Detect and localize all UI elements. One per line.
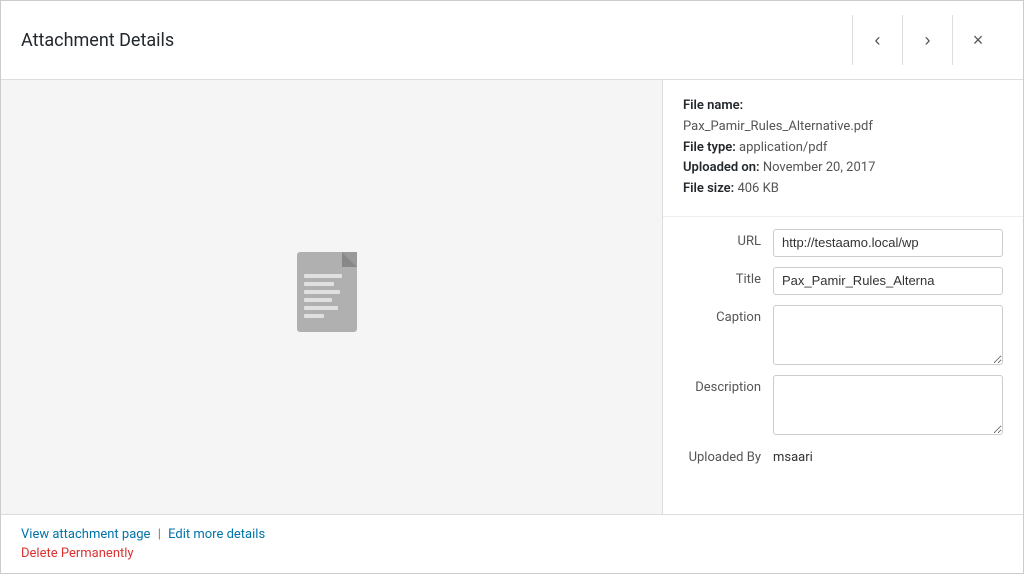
uploaded-by-row: Uploaded By msaari (683, 445, 1003, 465)
edit-more-link[interactable]: Edit more details (168, 527, 265, 542)
description-label: Description (683, 375, 773, 395)
file-type-label: File type: (683, 140, 736, 155)
file-name-label: File name: (683, 98, 743, 113)
preview-pane (1, 80, 663, 514)
close-icon: × (973, 30, 984, 51)
uploaded-by-value: msaari (773, 445, 1003, 465)
file-name-row: File name: Pax_Pamir_Rules_Alternative.p… (683, 96, 1003, 138)
prev-button[interactable]: ‹ (853, 15, 903, 65)
url-label: URL (683, 229, 773, 249)
file-name-value: Pax_Pamir_Rules_Alternative.pdf (683, 119, 873, 134)
delete-permanently-link[interactable]: Delete Permanently (21, 546, 1003, 561)
modal-footer: View attachment page | Edit more details… (1, 514, 1023, 573)
prev-icon: ‹ (875, 30, 881, 51)
file-info-section: File name: Pax_Pamir_Rules_Alternative.p… (663, 80, 1023, 217)
uploaded-by-label: Uploaded By (683, 445, 773, 465)
modal-body: File name: Pax_Pamir_Rules_Alternative.p… (1, 80, 1023, 514)
view-attachment-link[interactable]: View attachment page (21, 527, 150, 542)
modal-title: Attachment Details (21, 30, 174, 51)
footer-line1: View attachment page | Edit more details (21, 527, 265, 542)
uploaded-on-row: Uploaded on: November 20, 2017 (683, 158, 1003, 179)
separator-1: | (158, 527, 161, 542)
caption-label: Caption (683, 305, 773, 325)
file-thumbnail (292, 252, 372, 342)
file-size-row: File size: 406 KB (683, 179, 1003, 200)
details-pane: File name: Pax_Pamir_Rules_Alternative.p… (663, 80, 1023, 514)
file-type-value: application/pdf (739, 140, 827, 155)
title-row: Title (683, 267, 1003, 295)
url-input[interactable] (773, 229, 1003, 257)
title-input[interactable] (773, 267, 1003, 295)
uploaded-on-label: Uploaded on: (683, 160, 760, 175)
modal-header: Attachment Details ‹ › × (1, 1, 1023, 80)
caption-row: Caption (683, 305, 1003, 365)
title-label: Title (683, 267, 773, 287)
close-button[interactable]: × (953, 15, 1003, 65)
description-textarea[interactable] (773, 375, 1003, 435)
next-icon: › (925, 30, 931, 51)
file-size-label: File size: (683, 181, 734, 196)
header-actions: ‹ › × (852, 15, 1003, 65)
attachment-details-modal: Attachment Details ‹ › × (0, 0, 1024, 574)
footer-links: View attachment page | Edit more details… (21, 527, 1003, 561)
uploaded-on-value: November 20, 2017 (763, 160, 876, 175)
caption-textarea[interactable] (773, 305, 1003, 365)
file-size-value: 406 KB (737, 181, 778, 196)
next-button[interactable]: › (903, 15, 953, 65)
file-type-row: File type: application/pdf (683, 138, 1003, 159)
form-section: URL Title Caption Description Uploaded B (663, 217, 1023, 514)
url-row: URL (683, 229, 1003, 257)
description-row: Description (683, 375, 1003, 435)
